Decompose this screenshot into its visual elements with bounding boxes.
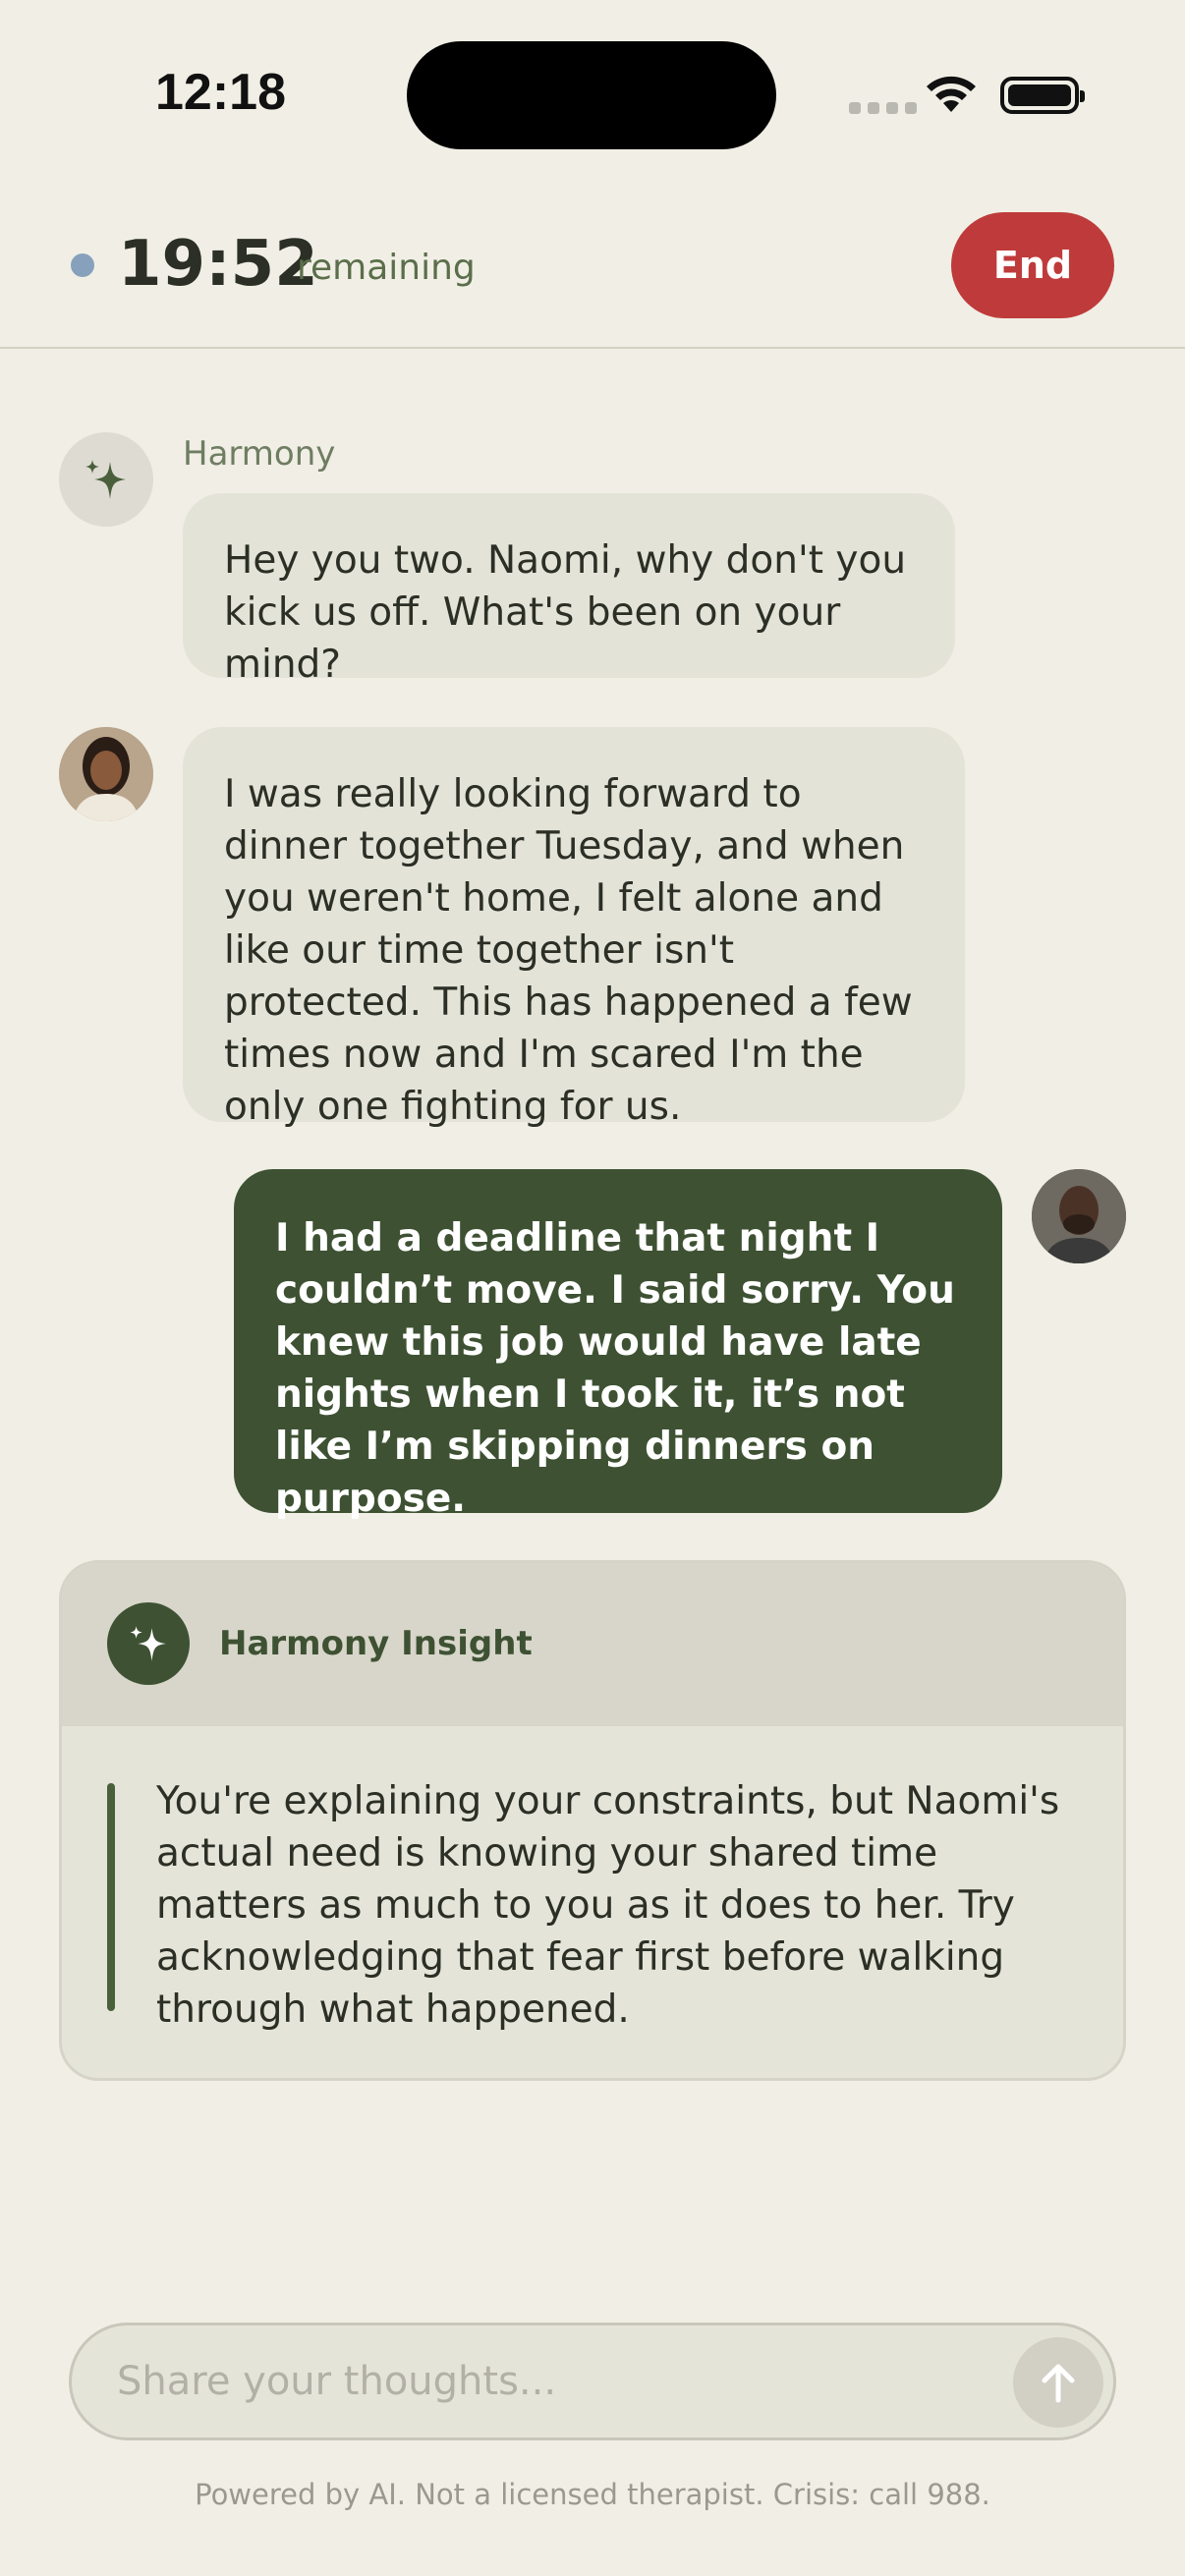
- insight-quote-bar: [107, 1783, 115, 2011]
- message-sender-name: Harmony: [183, 434, 336, 474]
- avatar-naomi: [59, 727, 153, 821]
- message-bubble-naomi: I was really looking forward to dinner t…: [183, 727, 965, 1129]
- ai-disclaimer: Powered by AI. Not a licensed therapist.…: [195, 2478, 990, 2511]
- battery-icon: [1000, 77, 1085, 114]
- session-timer: 19:52: [118, 228, 318, 301]
- message-bubble-user: I had a deadline that night I couldn’t m…: [234, 1169, 1002, 1521]
- remaining-label: remaining: [297, 248, 476, 288]
- arrow-up-icon: [1042, 2364, 1075, 2403]
- end-session-button[interactable]: End: [951, 212, 1114, 318]
- wifi-icon: [927, 76, 976, 112]
- message-input[interactable]: [117, 2325, 1001, 2437]
- message-composer: [69, 2323, 1116, 2440]
- insight-title: Harmony Insight: [219, 1624, 533, 1663]
- sparkle-icon: [130, 1626, 166, 1661]
- cellular-signal-icon: [849, 102, 917, 114]
- live-indicator: [71, 253, 94, 277]
- send-button[interactable]: [1013, 2337, 1103, 2428]
- message-bubble-harmony: Hey you two. Naomi, why don't you kick u…: [183, 493, 955, 687]
- dynamic-island: [407, 41, 776, 149]
- insight-text: You're explaining your constraints, but …: [156, 1779, 1060, 2032]
- insight-card: Harmony Insight You're explaining your c…: [59, 1560, 1126, 2081]
- status-time: 12:18: [155, 64, 286, 121]
- session-header: 19:52 remaining End: [0, 196, 1185, 349]
- insight-header: Harmony Insight: [62, 1563, 1123, 1726]
- avatar-partner: [1032, 1169, 1126, 1263]
- insight-icon-badge: [107, 1602, 190, 1685]
- sparkle-icon: [85, 460, 126, 499]
- harmony-avatar: [59, 432, 153, 527]
